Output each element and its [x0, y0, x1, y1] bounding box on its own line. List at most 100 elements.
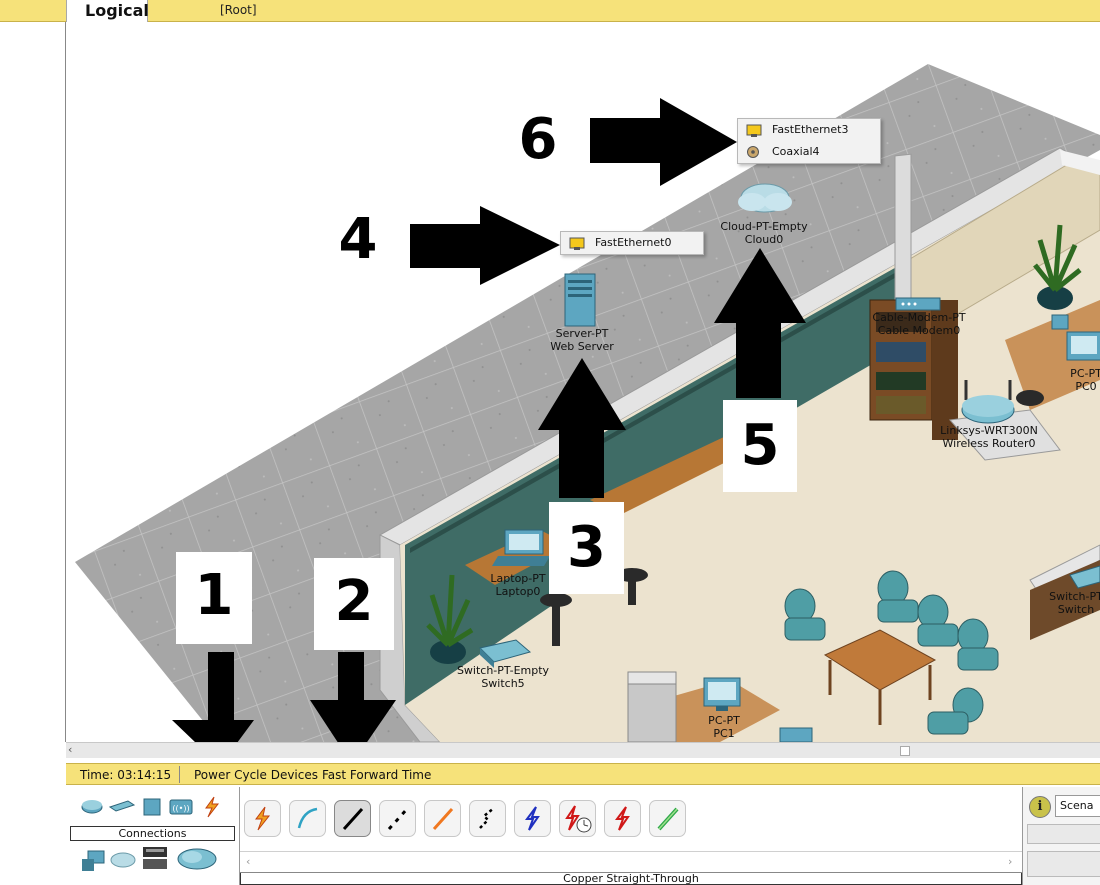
pc0-name-label: PC0 — [1075, 380, 1097, 393]
port-fastethernet0[interactable]: FastEthernet0 — [561, 232, 703, 254]
simulation-time: Time: 03:14:15 — [80, 768, 172, 782]
annotation-number-6: 6 — [518, 107, 558, 172]
pdu-list-panel — [1027, 851, 1100, 877]
power-cycle-devices-button[interactable]: Power Cycle Devices — [194, 768, 318, 782]
custom-made-devices-category-icon[interactable] — [140, 845, 172, 875]
port-name-label: Coaxial4 — [772, 145, 820, 158]
end-devices-category-icon[interactable] — [80, 849, 106, 873]
logical-tab-label: Logical — [85, 1, 149, 20]
pc0-model-label: PC-PT — [1070, 367, 1100, 380]
packet-tracer-window: [Root] Logical Server-PT Web Server Clou… — [0, 0, 1100, 885]
switch5-name-label: Switch5 — [481, 677, 525, 690]
auto-connection-button[interactable] — [244, 800, 281, 837]
server-model-label: Server-PT — [555, 327, 609, 340]
status-divider — [179, 766, 180, 783]
category-label: Connections — [70, 826, 235, 841]
serial-dte-button[interactable] — [604, 800, 641, 837]
left-margin — [0, 22, 66, 742]
multiuser-connection-category-icon[interactable] — [176, 847, 218, 871]
realtime-status-bar: Time: 03:14:15 Power Cycle Devices Fast … — [66, 763, 1100, 785]
ethernet-port-icon — [569, 237, 585, 250]
wan-emulation-category-icon[interactable] — [110, 851, 136, 869]
connections-category-icon[interactable] — [200, 795, 224, 819]
scroll-right-icon[interactable]: › — [1008, 855, 1012, 868]
annotation-box-5: 5 — [723, 400, 797, 492]
cloud-label: Cloud-PT-Empty Cloud0 — [720, 220, 807, 246]
coaxial-cable-icon — [525, 806, 540, 831]
cable-modem-label: Cable-Modem-PT Cable Modem0 — [872, 311, 965, 337]
cloud-name-label: Cloud0 — [744, 233, 784, 246]
scenario-selector[interactable]: Scena — [1055, 795, 1100, 817]
connection-type-panel: ‹ › Copper Straight-Through — [240, 787, 1022, 885]
hubs-category-icon[interactable] — [142, 797, 162, 817]
serial-dte-icon — [615, 806, 630, 831]
port-name-label: FastEthernet0 — [595, 236, 672, 249]
cable-modem-name-label: Cable Modem0 — [877, 324, 961, 337]
annotation-box-1: 1 — [176, 552, 252, 644]
switch-right-model-label: Switch-PT — [1049, 590, 1100, 603]
laptop-label: Laptop-PT Laptop0 — [490, 572, 545, 598]
info-icon[interactable]: i — [1029, 796, 1051, 818]
laptop-model-label: Laptop-PT — [490, 572, 546, 585]
fiber-cable-button[interactable] — [424, 800, 461, 837]
cable-modem-device[interactable] — [895, 297, 941, 311]
scroll-left-arrow-icon[interactable]: ‹ — [68, 743, 72, 756]
scenario-panel: i Scena — [1022, 787, 1100, 885]
new-scenario-button[interactable] — [1027, 824, 1100, 844]
logical-workspace-canvas[interactable]: Server-PT Web Server Cloud-PT-Empty Clou… — [66, 22, 1100, 742]
svg-text:((•)): ((•)) — [172, 804, 189, 813]
octal-cable-icon — [657, 807, 679, 831]
server-name-label: Web Server — [550, 340, 614, 353]
coaxial-cable-button[interactable] — [514, 800, 551, 837]
octal-cable-button[interactable] — [649, 800, 686, 837]
scroll-left-icon[interactable]: ‹ — [246, 855, 250, 868]
pc1-model-label: PC-PT — [708, 714, 740, 727]
serial-dce-button[interactable] — [559, 800, 596, 837]
connection-list-scrollbar[interactable]: ‹ › — [240, 851, 1022, 873]
fiber-cable-icon — [432, 807, 454, 831]
device-selection-panel: ((•)) Connections ‹ › Copper Straight-Th… — [66, 787, 1100, 885]
pc1-name-label: PC1 — [713, 727, 735, 740]
cable-modem-model-label: Cable-Modem-PT — [872, 311, 966, 324]
cloud-port-popup: FastEthernet3 Coaxial4 — [737, 118, 881, 164]
server-port-popup: FastEthernet0 — [560, 231, 704, 255]
auto-connection-icon — [255, 806, 271, 831]
annotation-number-4: 4 — [338, 207, 378, 272]
copper-cross-over-icon — [387, 807, 409, 831]
console-cable-button[interactable] — [289, 800, 326, 837]
pc1-label: PC-PT PC1 — [708, 714, 740, 740]
annotation-number-2: 2 — [334, 569, 374, 634]
annotation-number-3: 3 — [567, 515, 606, 580]
annotation-number-5: 5 — [740, 413, 780, 478]
switches-category-icon[interactable] — [108, 799, 136, 813]
port-fastethernet3[interactable]: FastEthernet3 — [738, 119, 880, 141]
ethernet-port-icon — [746, 124, 762, 137]
router-model-label: Linksys-WRT300N — [940, 424, 1038, 437]
routers-category-icon[interactable] — [80, 797, 104, 815]
workspace-top-bar: [Root] — [0, 0, 1100, 22]
router-label: Linksys-WRT300N Wireless Router0 — [940, 424, 1038, 450]
switch5-label: Switch-PT-Empty Switch5 — [457, 664, 549, 690]
root-breadcrumb[interactable]: [Root] — [220, 3, 257, 17]
laptop-name-label: Laptop0 — [495, 585, 541, 598]
cloud-model-label: Cloud-PT-Empty — [720, 220, 808, 233]
coaxial-port-icon — [747, 146, 759, 158]
serial-dce-icon — [565, 805, 592, 833]
fast-forward-time-button[interactable]: Fast Forward Time — [322, 768, 431, 782]
wireless-devices-category-icon[interactable]: ((•)) — [168, 797, 194, 817]
pc0-label: PC-PT PC0 — [1070, 367, 1100, 393]
phone-cable-icon — [479, 807, 495, 829]
port-coaxial4[interactable]: Coaxial4 — [738, 141, 880, 163]
server-device[interactable] — [564, 273, 596, 327]
annotation-box-2: 2 — [314, 558, 394, 650]
copper-cross-over-button[interactable] — [379, 800, 416, 837]
switch-right-name-label: Switch — [1057, 603, 1095, 616]
selected-connection-name: Copper Straight-Through — [240, 873, 1022, 885]
scrollbar-thumb[interactable] — [900, 746, 910, 756]
server-label: Server-PT Web Server — [550, 327, 614, 353]
workspace-horizontal-scrollbar[interactable]: ‹ — [66, 742, 1100, 758]
copper-straight-through-button[interactable] — [334, 800, 371, 837]
copper-straight-through-icon — [342, 807, 364, 831]
switch5-model-label: Switch-PT-Empty — [456, 664, 550, 677]
phone-cable-button[interactable] — [469, 800, 506, 837]
